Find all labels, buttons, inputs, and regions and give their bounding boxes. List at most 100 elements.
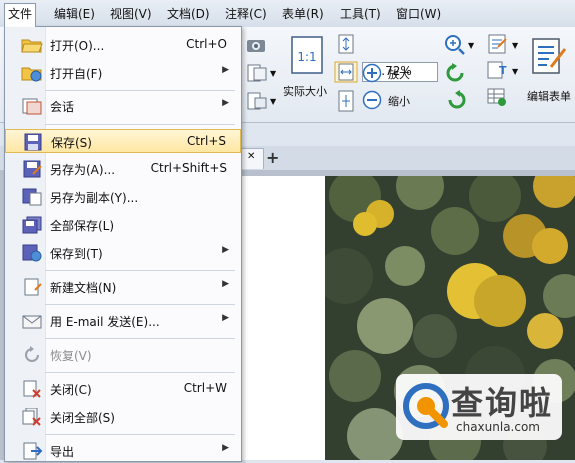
menu-tools[interactable]: 工具(T): [340, 5, 381, 23]
menu-item-shortcut: Ctrl+Shift+S: [150, 161, 227, 175]
menu-item-open-from[interactable]: 打开自(F) ▶: [5, 61, 241, 85]
menu-form[interactable]: 表单(R): [282, 5, 324, 23]
page-rotate-icon[interactable]: [246, 92, 268, 110]
menu-item-new-document[interactable]: 新建文档(N) ▶: [5, 275, 241, 299]
zoom-in-magnifier-icon[interactable]: [444, 34, 466, 56]
rotate-left-icon[interactable]: [445, 63, 467, 83]
menu-item-label: 恢复(V): [50, 349, 92, 363]
menu-separator: [45, 372, 235, 373]
menu-item-save-all[interactable]: 全部保存(L): [5, 213, 241, 237]
chevron-down-icon[interactable]: ▼: [512, 67, 518, 76]
folder-globe-icon: [21, 67, 42, 82]
actual-size-label: 实际大小: [283, 85, 327, 98]
menu-item-label: 打开(O)...: [50, 39, 105, 53]
svg-text:1:1: 1:1: [297, 50, 316, 64]
save-copy-icon: [22, 188, 42, 206]
zoom-out-button[interactable]: 缩小: [362, 89, 422, 111]
menu-item-label: 保存(S): [51, 136, 92, 150]
rotate-right-icon[interactable]: [445, 90, 467, 110]
floppy-icon: [24, 133, 42, 151]
text-field-icon[interactable]: T: [486, 60, 508, 80]
menu-item-label: 另存为副本(Y)...: [50, 191, 139, 205]
document-page: [240, 176, 325, 460]
menu-item-revert: 恢复(V): [5, 343, 241, 367]
save-all-icon: [22, 216, 42, 234]
watermark-title: 查询啦: [451, 384, 554, 422]
menu-item-save-copy[interactable]: 另存为副本(Y)...: [5, 185, 241, 209]
menu-item-save-as[interactable]: 另存为(A)... Ctrl+Shift+S: [5, 157, 241, 181]
submenu-arrow-icon: ▶: [222, 279, 229, 289]
folder-open-icon: [21, 39, 43, 53]
submenu-arrow-icon: ▶: [222, 98, 229, 108]
submenu-arrow-icon: ▶: [222, 443, 229, 453]
fit-visible-icon[interactable]: [336, 90, 356, 112]
fit-page-icon[interactable]: [336, 34, 356, 54]
revert-icon: [25, 346, 39, 362]
chevron-down-icon[interactable]: ▼: [512, 41, 518, 50]
submenu-arrow-icon: ▶: [222, 245, 229, 255]
zoom-in-icon: [362, 63, 382, 83]
menu-comment[interactable]: 注释(C): [225, 5, 267, 23]
new-doc-icon: [24, 278, 42, 296]
menu-item-close[interactable]: 关闭(C) Ctrl+W: [5, 377, 241, 401]
edit-form-label: 编辑表单: [527, 90, 571, 103]
watermark-url: chaxunla.com: [456, 420, 540, 434]
close-all-icon: [22, 408, 41, 426]
data-grid-icon[interactable]: [486, 87, 508, 107]
edit-form-button[interactable]: 编辑表单: [524, 33, 575, 103]
submenu-arrow-icon: ▶: [222, 313, 229, 323]
chevron-down-icon[interactable]: ▼: [468, 41, 474, 50]
menu-separator: [45, 124, 235, 125]
menu-item-label: 导出: [50, 445, 75, 459]
menu-item-send-email[interactable]: 用 E-mail 发送(E)... ▶: [5, 309, 241, 333]
menu-item-save[interactable]: 保存(S) Ctrl+S: [5, 129, 241, 153]
save-as-icon: [23, 160, 42, 178]
menu-item-label: 打开自(F): [50, 67, 103, 81]
menu-item-session[interactable]: 会话 ▶: [5, 94, 241, 118]
actual-size-icon: 1:1: [291, 36, 323, 74]
form-field-icon[interactable]: [486, 33, 508, 55]
svg-text:T: T: [499, 64, 507, 77]
submenu-arrow-icon: ▶: [222, 65, 229, 75]
menu-item-label: 用 E-mail 发送(E)...: [50, 315, 160, 329]
menu-view[interactable]: 视图(V): [110, 5, 152, 23]
page-layout-icon[interactable]: [246, 64, 268, 82]
menu-item-label: 新建文档(N): [50, 281, 117, 295]
menu-document[interactable]: 文档(D): [167, 5, 210, 23]
fit-width-icon[interactable]: [334, 61, 358, 83]
menu-item-label: 另存为(A)...: [50, 163, 116, 177]
close-icon[interactable]: ✕: [247, 151, 255, 162]
close-doc-icon: [23, 380, 41, 398]
menu-separator: [45, 90, 235, 91]
menu-item-save-to[interactable]: 保存到(T) ▶: [5, 241, 241, 265]
menu-bar: 文件 编辑(E) 视图(V) 文档(D) 注释(C) 表单(R) 工具(T) 窗…: [0, 0, 575, 28]
add-tab-button[interactable]: +: [266, 148, 279, 167]
menu-item-label: 关闭全部(S): [50, 411, 115, 425]
zoom-out-label: 缩小: [388, 95, 410, 108]
menu-item-open[interactable]: 打开(O)... Ctrl+O: [5, 33, 241, 57]
menu-separator: [45, 270, 235, 271]
export-icon: [23, 442, 43, 460]
menu-item-close-all[interactable]: 关闭全部(S): [5, 405, 241, 429]
actual-size-button[interactable]: 1:1 实际大小: [283, 33, 331, 99]
chevron-down-icon[interactable]: ▼: [270, 69, 276, 78]
menu-item-label: 保存到(T): [50, 247, 103, 261]
zoom-in-button[interactable]: 放大: [362, 62, 422, 84]
menu-item-shortcut: Ctrl+S: [186, 134, 226, 148]
menu-item-shortcut: Ctrl+O: [186, 37, 227, 51]
camera-icon[interactable]: [246, 37, 266, 53]
menu-item-label: 会话: [50, 100, 75, 114]
menu-window[interactable]: 窗口(W): [396, 5, 441, 23]
menu-separator: [45, 304, 235, 305]
menu-file[interactable]: 文件: [4, 3, 37, 27]
menu-edit[interactable]: 编辑(E): [54, 5, 95, 23]
menu-item-export[interactable]: 导出 ▶: [5, 439, 241, 463]
zoom-out-icon: [362, 90, 382, 110]
menu-item-label: 关闭(C): [50, 383, 92, 397]
document-tab[interactable]: ✕: [240, 148, 264, 169]
email-icon: [22, 315, 42, 329]
file-menu-dropdown: 打开(O)... Ctrl+O 打开自(F) ▶ 会话 ▶ 保存(S) Ctrl…: [4, 26, 242, 462]
save-to-icon: [22, 244, 42, 262]
zoom-in-label: 放大: [388, 68, 410, 81]
chevron-down-icon[interactable]: ▼: [270, 97, 276, 106]
